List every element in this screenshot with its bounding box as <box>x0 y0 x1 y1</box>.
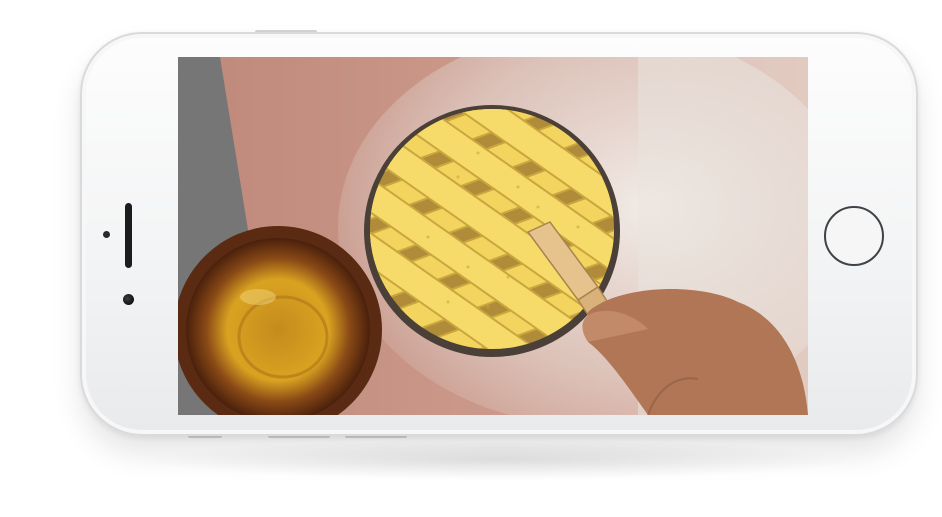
home-button[interactable] <box>824 206 884 266</box>
earpiece-speaker <box>125 203 132 268</box>
device-shadow <box>140 440 860 480</box>
front-camera <box>123 294 134 305</box>
screen-photo <box>178 57 808 415</box>
screen[interactable] <box>178 57 808 415</box>
proximity-sensor <box>103 231 110 238</box>
